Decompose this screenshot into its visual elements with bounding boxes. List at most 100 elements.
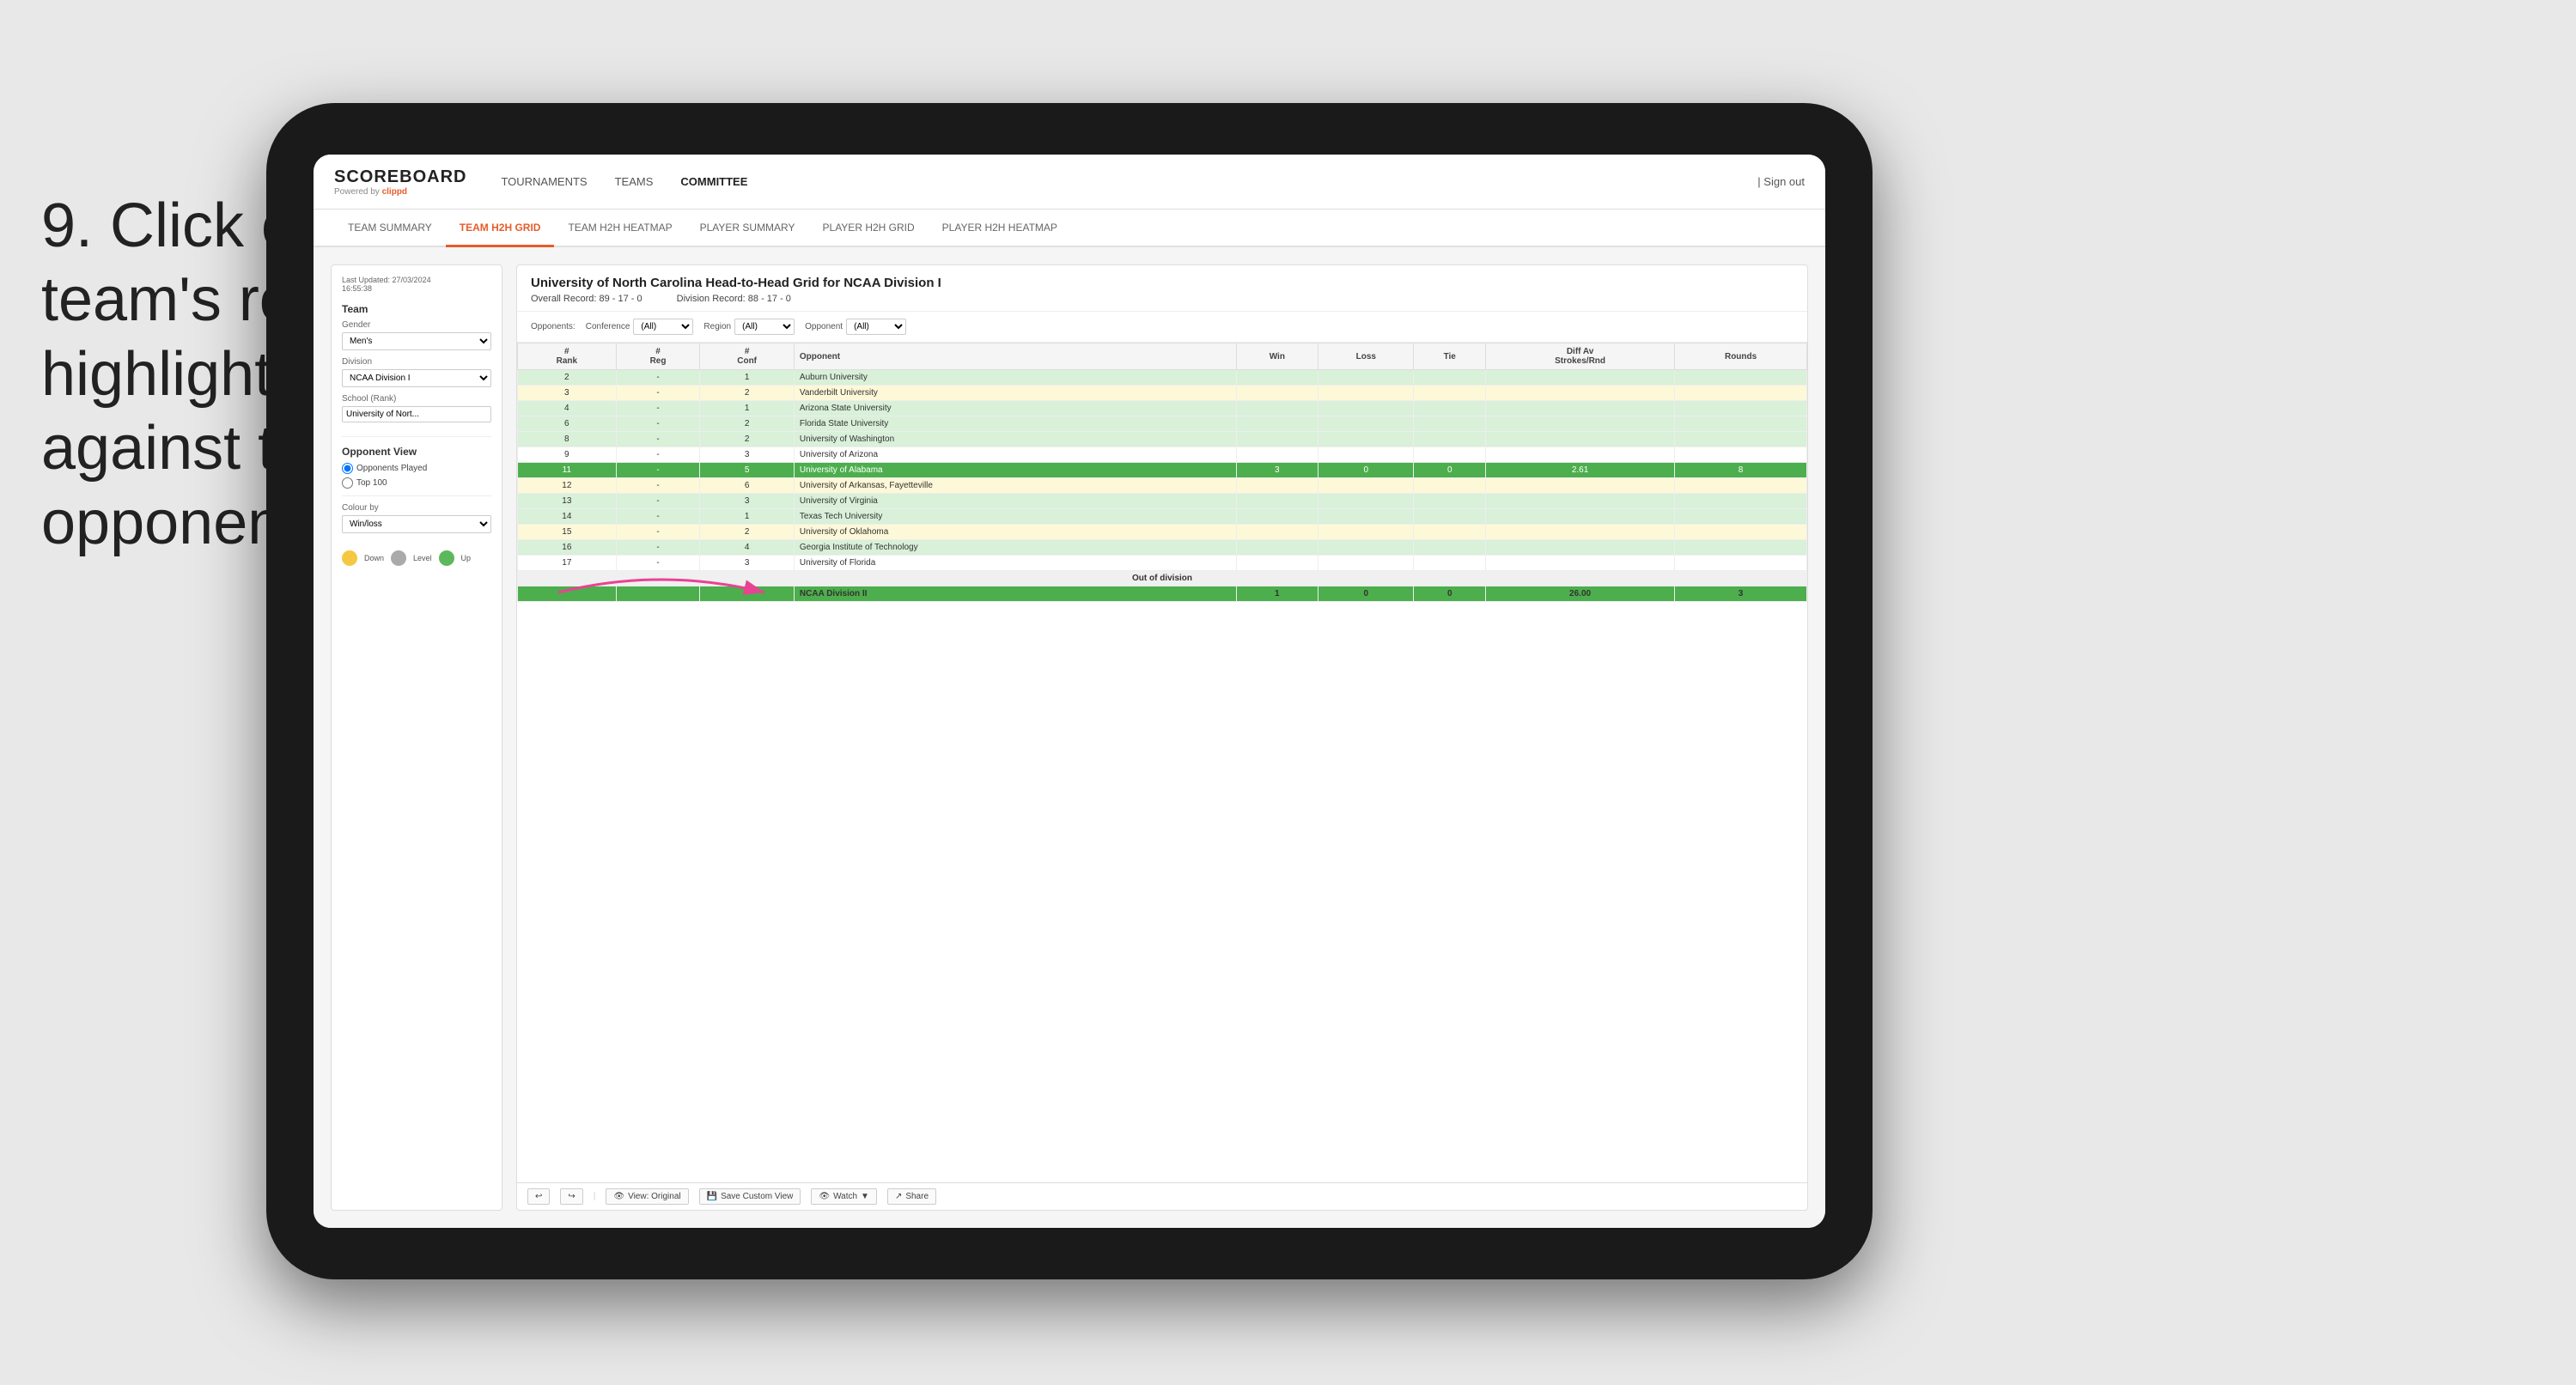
gender-select[interactable]: Men's [342,332,491,350]
table-cell: 17 [518,556,617,571]
table-cell: University of Arizona [794,447,1236,463]
table-cell: Auburn University [794,370,1236,386]
table-cell: 2 [700,432,795,447]
region-select[interactable]: (All) [734,319,795,335]
table-row[interactable]: 16-4Georgia Institute of Technology [518,540,1807,556]
table-cell [1675,525,1807,540]
table-cell: 4 [518,401,617,416]
table-cell [1675,540,1807,556]
table-row[interactable]: 15-2University of Oklahoma [518,525,1807,540]
col-diff: Diff AvStrokes/Rnd [1485,343,1674,370]
table-row[interactable]: 11-5University of Alabama3002.618 [518,463,1807,478]
main-content: Last Updated: 27/03/2024 16:55:38 Team G… [314,247,1825,1228]
table-cell: 11 [518,463,617,478]
division-record: Division Record: 88 - 17 - 0 [677,294,791,304]
table-cell [1236,447,1318,463]
table-row[interactable]: 2-1Auburn University [518,370,1807,386]
table-cell [1414,556,1486,571]
tab-player-summary[interactable]: PLAYER SUMMARY [686,210,809,247]
table-cell: 4 [700,540,795,556]
table-cell: - [616,463,700,478]
tab-player-h2h-heatmap[interactable]: PLAYER H2H HEATMAP [929,210,1071,247]
tab-team-h2h-grid[interactable]: TEAM H2H GRID [446,210,555,247]
grid-table: #Rank #Reg #Conf Opponent Win Loss Tie D… [517,343,1807,602]
table-cell: 1 [700,370,795,386]
left-panel: Last Updated: 27/03/2024 16:55:38 Team G… [331,264,502,1211]
table-row[interactable]: 9-3University of Arizona [518,447,1807,463]
logo-powered: Powered by clippd [334,187,466,197]
table-cell [1318,540,1414,556]
table-row[interactable]: 14-1Texas Tech University [518,509,1807,525]
table-cell: - [616,478,700,494]
table-cell [1318,386,1414,401]
table-cell: 6 [700,478,795,494]
table-cell [1236,556,1318,571]
table-cell: University of Oklahoma [794,525,1236,540]
table-cell [1318,432,1414,447]
colour-by-select[interactable]: Win/loss [342,515,491,533]
nav-committee[interactable]: COMMITTEE [680,172,747,191]
nav-tournaments[interactable]: TOURNAMENTS [501,172,587,191]
table-cell: Arizona State University [794,401,1236,416]
table-cell: 16 [518,540,617,556]
radio-opponents-played[interactable]: Opponents Played [342,463,491,474]
table-row[interactable]: 12-6University of Arkansas, Fayetteville [518,478,1807,494]
table-cell: 2 [700,416,795,432]
ood-cell: NCAA Division II [794,586,1236,602]
table-row[interactable]: 4-1Arizona State University [518,401,1807,416]
table-cell: 8 [518,432,617,447]
table-cell: - [616,556,700,571]
table-cell [1414,494,1486,509]
tab-player-h2h-grid[interactable]: PLAYER H2H GRID [809,210,929,247]
conference-label: Conference [586,322,630,331]
divider-1 [342,436,491,437]
opponent-select[interactable]: (All) [846,319,906,335]
tab-team-h2h-heatmap[interactable]: TEAM H2H HEATMAP [554,210,685,247]
redo-btn[interactable]: ↪ [560,1188,582,1205]
table-row[interactable]: 6-2Florida State University [518,416,1807,432]
table-cell: 13 [518,494,617,509]
conference-select[interactable]: (All) [633,319,693,335]
out-of-division-row[interactable]: NCAA Division II10026.003 [518,586,1807,602]
col-rounds: Rounds [1675,343,1807,370]
grid-records: Overall Record: 89 - 17 - 0 Division Rec… [531,294,1793,304]
overall-record: Overall Record: 89 - 17 - 0 [531,294,642,304]
table-cell [1318,416,1414,432]
table-cell: University of Arkansas, Fayetteville [794,478,1236,494]
table-cell [1318,478,1414,494]
view-original-btn[interactable]: 👁 View: Original [606,1188,688,1205]
tab-team-summary[interactable]: TEAM SUMMARY [334,210,446,247]
table-cell: 8 [1675,463,1807,478]
legend-down-label: Down [364,554,384,562]
table-cell: 0 [1318,463,1414,478]
table-row[interactable]: 3-2Vanderbilt University [518,386,1807,401]
division-select[interactable]: NCAA Division I [342,369,491,387]
table-cell: 3 [518,386,617,401]
table-cell: - [616,494,700,509]
table-cell: - [616,416,700,432]
undo-btn[interactable]: ↩ [527,1188,550,1205]
share-btn[interactable]: ↗ Share [887,1188,936,1205]
table-cell [1236,478,1318,494]
save-custom-btn[interactable]: 💾 Save Custom View [699,1188,801,1205]
col-opponent: Opponent [794,343,1236,370]
table-cell: University of Alabama [794,463,1236,478]
table-row[interactable]: 8-2University of Washington [518,432,1807,447]
grid-panel: University of North Carolina Head-to-Hea… [516,264,1808,1211]
table-cell [1675,494,1807,509]
table-header-row: #Rank #Reg #Conf Opponent Win Loss Tie D… [518,343,1807,370]
table-row[interactable]: 17-3University of Florida [518,556,1807,571]
table-cell [1236,416,1318,432]
nav-teams[interactable]: TEAMS [615,172,654,191]
legend-level-dot [391,550,406,566]
ood-cell: 0 [1318,586,1414,602]
sign-out-link[interactable]: | Sign out [1757,175,1805,188]
table-cell [1485,432,1674,447]
sub-nav: TEAM SUMMARY TEAM H2H GRID TEAM H2H HEAT… [314,210,1825,247]
table-row[interactable]: 13-3University of Virginia [518,494,1807,509]
school-input[interactable] [342,406,491,422]
table-cell [1318,494,1414,509]
table-cell [1485,447,1674,463]
watch-btn[interactable]: 👁 Watch ▼ [811,1188,877,1205]
radio-top100[interactable]: Top 100 [342,477,491,489]
